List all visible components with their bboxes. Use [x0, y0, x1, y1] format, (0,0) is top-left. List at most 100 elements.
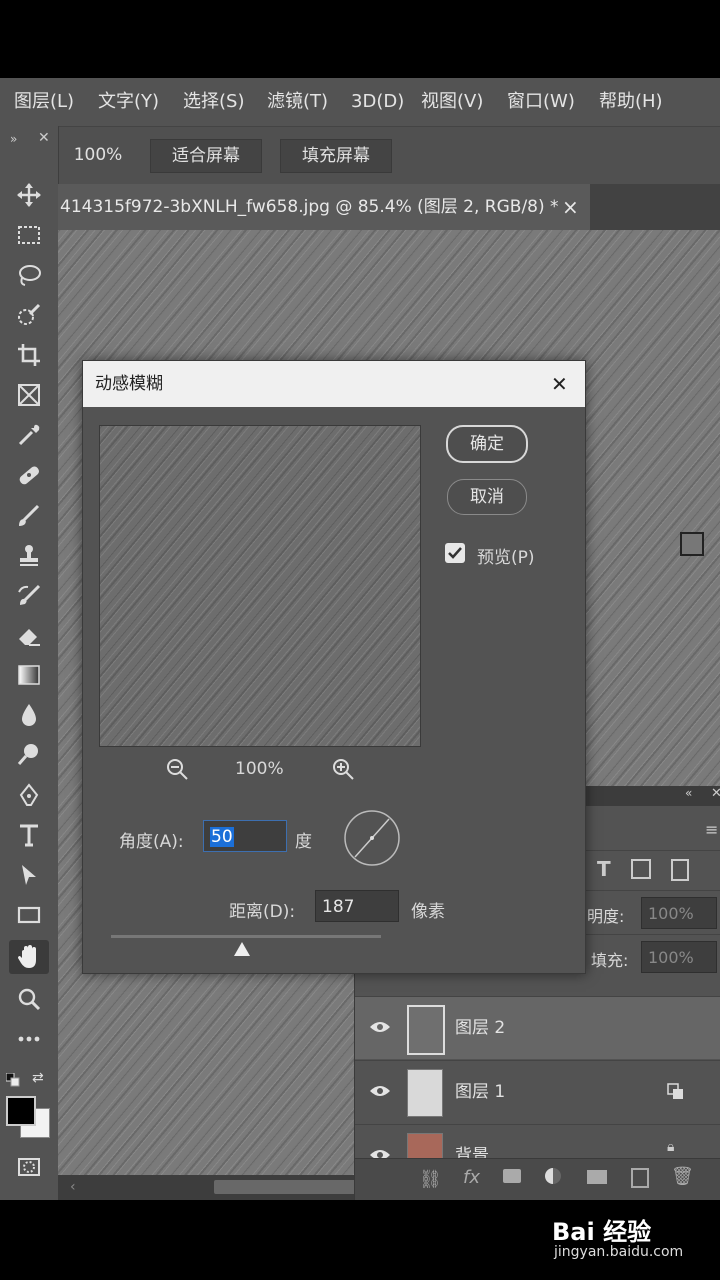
lasso-tool-icon[interactable] [9, 258, 49, 292]
zoom-out-icon[interactable] [165, 757, 189, 781]
document-tab-title: 414315f972-3bXNLH_fw658.jpg @ 85.4% (图层 … [60, 197, 559, 217]
dialog-title-bar: 动感模糊 ✕ [83, 361, 585, 407]
watermark-brand: Bai 经验 [552, 1218, 652, 1246]
shape-filter-icon[interactable] [631, 859, 651, 879]
menu-help[interactable]: 帮助(H) [599, 78, 663, 126]
fill-field[interactable]: 100% [641, 941, 717, 973]
watermark-bar: Bai 经验 jingyan.baidu.com [0, 1200, 720, 1280]
zoom-level[interactable]: 100% [60, 139, 136, 171]
distance-slider-track[interactable] [111, 935, 381, 938]
layer-name: 图层 2 [455, 1018, 506, 1038]
default-colors-icon[interactable] [5, 1072, 20, 1087]
layer-row-2[interactable]: 图层 2 [355, 996, 720, 1059]
layer-thumbnail [407, 1069, 443, 1117]
zoom-in-icon[interactable] [331, 757, 355, 781]
document-tab[interactable]: 414315f972-3bXNLH_fw658.jpg @ 85.4% (图层 … [58, 184, 590, 230]
preview-checkbox[interactable] [445, 543, 465, 563]
new-layer-icon[interactable] [631, 1168, 649, 1188]
angle-input[interactable]: 50 [203, 820, 287, 852]
canvas-control-square[interactable] [680, 532, 704, 556]
layer-name: 图层 1 [455, 1082, 506, 1102]
brush-tool-icon[interactable] [9, 498, 49, 532]
swap-colors-icon[interactable]: ⇄ [32, 1070, 44, 1086]
distance-input[interactable]: 187 [315, 890, 399, 922]
collapse-panel-icon[interactable]: « [685, 786, 692, 800]
menu-type[interactable]: 文字(Y) [98, 78, 159, 126]
quick-mask-icon[interactable] [9, 1150, 49, 1184]
menu-layer[interactable]: 图层(L) [14, 78, 74, 126]
type-filter-icon[interactable]: T [597, 857, 611, 881]
menu-bar: 图层(L) 文字(Y) 选择(S) 滤镜(T) 3D(D) 视图(V) 窗口(W… [0, 78, 720, 126]
layer-row-background[interactable]: 背景 🔒︎ [355, 1124, 720, 1161]
preview-label: 预览(P) [477, 548, 535, 568]
marquee-tool-icon[interactable] [9, 218, 49, 252]
distance-unit: 像素 [411, 902, 445, 922]
quick-select-tool-icon[interactable] [9, 298, 49, 332]
scroll-left-icon[interactable]: ‹ [70, 1179, 76, 1195]
tools-panel: » ✕ ⇄ [0, 126, 59, 1200]
move-tool-icon[interactable] [9, 178, 49, 212]
layer-thumbnail [407, 1005, 445, 1055]
rectangle-tool-icon[interactable] [9, 898, 49, 932]
dodge-tool-icon[interactable] [9, 738, 49, 772]
add-mask-icon[interactable] [503, 1169, 521, 1183]
ok-button[interactable]: 确定 [446, 425, 528, 463]
foreground-color-swatch[interactable] [6, 1096, 36, 1126]
close-icon[interactable]: ✕ [38, 130, 50, 146]
crop-tool-icon[interactable] [9, 338, 49, 372]
panel-close-icon[interactable]: ✕ [711, 786, 720, 801]
distance-slider-handle[interactable] [233, 941, 251, 957]
opacity-label: 明度: [587, 907, 625, 926]
layer-row-1[interactable]: 图层 1 [355, 1060, 720, 1123]
menu-filter[interactable]: 滤镜(T) [267, 78, 328, 126]
gradient-tool-icon[interactable] [9, 658, 49, 692]
healing-brush-tool-icon[interactable] [9, 458, 49, 492]
collapse-icon[interactable]: » [10, 132, 17, 146]
blur-tool-icon[interactable] [9, 698, 49, 732]
adjustment-layer-icon[interactable] [545, 1168, 561, 1184]
motion-blur-dialog: 动感模糊 ✕ 100% 确定 取消 预览(P) 角度(A): 50 度 距离(D… [82, 360, 586, 974]
zoom-tool-icon[interactable] [9, 982, 49, 1016]
hand-tool-icon[interactable] [9, 940, 49, 974]
delete-layer-icon[interactable]: 🗑︎ [671, 1166, 694, 1187]
angle-value: 50 [210, 827, 234, 847]
fill-screen-button[interactable]: 填充屏幕 [280, 139, 392, 173]
eraser-tool-icon[interactable] [9, 618, 49, 652]
dialog-close-icon[interactable]: ✕ [551, 361, 568, 407]
group-folder-icon[interactable] [587, 1170, 607, 1184]
eyedropper-tool-icon[interactable] [9, 418, 49, 452]
filter-preview[interactable] [99, 425, 421, 747]
path-select-tool-icon[interactable] [9, 858, 49, 892]
fit-screen-button[interactable]: 适合屏幕 [150, 139, 262, 173]
fill-label: 填充: [591, 951, 629, 970]
layer-name: 背景 [455, 1146, 489, 1161]
watermark-url: jingyan.baidu.com [554, 1244, 684, 1260]
dialog-title: 动感模糊 [95, 374, 163, 394]
lock-icon: 🔒︎ [667, 1139, 675, 1155]
panel-menu-icon[interactable]: ≡ [705, 820, 718, 839]
more-tools-icon[interactable] [9, 1022, 49, 1056]
menu-view[interactable]: 视图(V) [421, 78, 483, 126]
cancel-button[interactable]: 取消 [447, 479, 527, 515]
menu-window[interactable]: 窗口(W) [507, 78, 575, 126]
angle-unit: 度 [295, 832, 312, 852]
angle-dial[interactable] [343, 809, 401, 867]
history-brush-tool-icon[interactable] [9, 578, 49, 612]
pen-tool-icon[interactable] [9, 778, 49, 812]
scrollbar-thumb[interactable] [214, 1180, 358, 1194]
menu-3d[interactable]: 3D(D) [351, 78, 404, 126]
opacity-field[interactable]: 100% [641, 897, 717, 929]
frame-tool-icon[interactable] [9, 378, 49, 412]
visibility-eye-icon[interactable] [369, 1019, 391, 1035]
horizontal-scrollbar[interactable]: ‹ [58, 1175, 358, 1200]
layers-footer: ⛓︎ fx 🗑︎ [355, 1158, 720, 1201]
smart-object-filter-icon[interactable] [671, 859, 689, 881]
fx-icon[interactable]: fx [463, 1167, 480, 1188]
menu-select[interactable]: 选择(S) [183, 78, 244, 126]
link-layers-icon[interactable]: ⛓︎ [419, 1169, 442, 1190]
tab-close-icon[interactable]: × [562, 184, 579, 230]
visibility-eye-icon[interactable] [369, 1083, 391, 1099]
layer-thumbnail [407, 1133, 443, 1161]
stamp-tool-icon[interactable] [9, 538, 49, 572]
type-tool-icon[interactable] [9, 818, 49, 852]
